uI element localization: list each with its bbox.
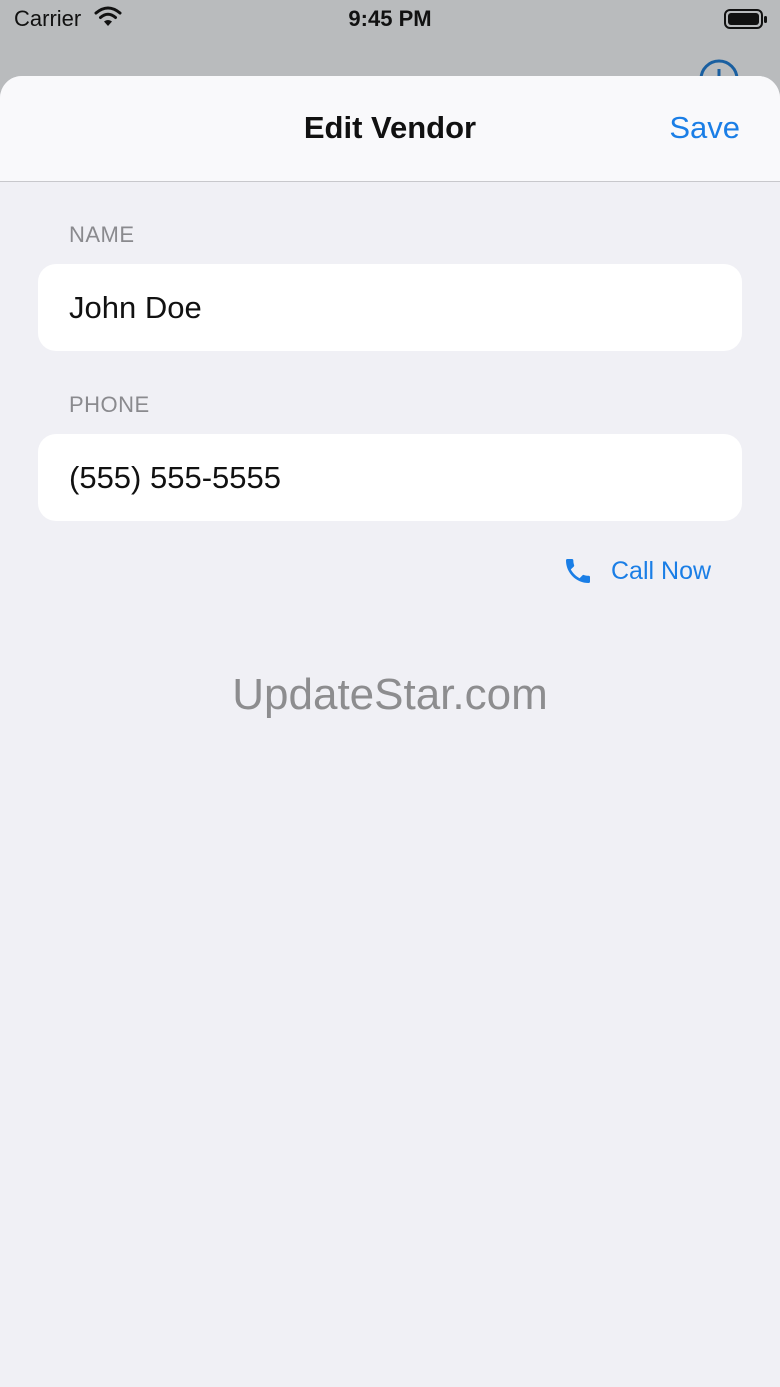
edit-vendor-sheet: Edit Vendor Save NAME PHONE Call Now Upd… [0, 76, 780, 1387]
watermark-text: UpdateStar.com [232, 670, 548, 719]
battery-icon [724, 9, 767, 29]
phone-section-header: PHONE [69, 392, 150, 417]
navigation-bar: Edit Vendor Save [0, 76, 780, 182]
call-now-label: Call Now [611, 556, 712, 585]
save-button[interactable]: Save [669, 110, 740, 146]
phone-icon [566, 559, 590, 583]
name-field-card [38, 264, 742, 351]
phone-field[interactable] [69, 434, 709, 521]
page-title: Edit Vendor [303, 110, 477, 145]
name-field[interactable] [69, 264, 709, 351]
name-section-header: NAME [69, 222, 135, 247]
status-time: 9:45 PM [348, 6, 432, 31]
call-now-button[interactable]: Call Now [562, 554, 711, 588]
status-bar: Carrier 9:45 PM [0, 0, 780, 40]
phone-field-card [38, 434, 742, 521]
